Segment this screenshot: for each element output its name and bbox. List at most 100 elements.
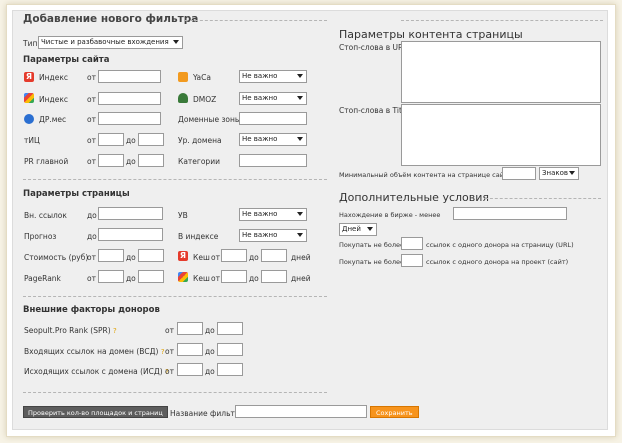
google-cache-to-input[interactable] (261, 270, 287, 283)
uv-label: УВ (178, 211, 188, 220)
section-divider (23, 392, 327, 393)
min-content-input[interactable] (502, 167, 536, 180)
yandex-cache-to-input[interactable] (261, 249, 287, 262)
chevron-down-icon (297, 137, 303, 141)
content-params-heading: Параметры контента страницы (339, 28, 523, 41)
from-label: от (165, 326, 174, 335)
yandex-index-label: Индекс (39, 73, 68, 82)
isd-from-input[interactable] (177, 363, 203, 376)
stopwords-title-textarea[interactable] (401, 104, 601, 166)
buy-page-input[interactable] (401, 237, 423, 250)
uv-select[interactable]: Не важно (239, 208, 307, 221)
pagerank-from-input[interactable] (98, 270, 124, 283)
yandex-index-input[interactable] (98, 70, 161, 83)
help-icon[interactable]: ? (161, 348, 165, 356)
pagerank-label: PageRank (24, 274, 61, 283)
yandex-cache-label: Кеш (193, 253, 210, 262)
cost-label: Стоимость (руб) (24, 253, 89, 262)
pagerank-to-input[interactable] (138, 270, 164, 283)
categories-input[interactable] (239, 154, 307, 167)
from-label: от (87, 95, 96, 104)
google-cache-label: Кеш (193, 274, 210, 283)
in-index-select[interactable]: Не важно (239, 229, 307, 242)
extra-conditions-heading: Дополнительные условия (339, 191, 490, 204)
yandex-icon: Я (24, 72, 34, 82)
filter-name-input[interactable] (235, 405, 367, 418)
chevron-down-icon (297, 233, 303, 237)
chevron-down-icon (297, 212, 303, 216)
type-select[interactable]: Чистые и разбавочные вхождения (38, 36, 183, 49)
spr-label: Seopult.Pro Rank (SPR) ? (24, 326, 117, 335)
dpmes-label: ДР.мес (39, 115, 67, 124)
chevron-down-icon (297, 96, 303, 100)
yaca-label: YaCa (193, 73, 211, 82)
exchange-input[interactable] (453, 207, 567, 220)
pr-from-input[interactable] (98, 154, 124, 167)
buy-project-suffix: ссылок с одного донора на проект (сайт) (426, 258, 569, 266)
check-platforms-button[interactable]: Проверить кол-во площадок и страниц (23, 406, 168, 418)
google-cache-from-input[interactable] (221, 270, 247, 283)
pr-to-input[interactable] (138, 154, 164, 167)
from-label: от (87, 136, 96, 145)
vsd-to-input[interactable] (217, 343, 243, 356)
chevron-down-icon (569, 171, 575, 175)
google-index-input[interactable] (98, 92, 161, 105)
title-divider-right (401, 20, 603, 21)
days-select[interactable]: Дней (339, 223, 377, 236)
cost-to-input[interactable] (138, 249, 164, 262)
unit-select[interactable]: Знаков (539, 167, 579, 180)
title-divider (185, 20, 327, 21)
in-index-label: В индексе (178, 232, 219, 241)
yaca-select[interactable]: Не важно (239, 70, 307, 83)
type-label: Тип (23, 39, 38, 48)
google-icon (24, 93, 34, 103)
to-label: до (87, 232, 97, 241)
domain-level-label: Ур. домена (178, 136, 222, 145)
from-label: от (87, 274, 96, 283)
spr-from-input[interactable] (177, 322, 203, 335)
min-content-label: Минимальный объём контента на странице с… (339, 171, 512, 179)
isd-to-input[interactable] (217, 363, 243, 376)
from-label: от (87, 253, 96, 262)
chevron-down-icon (173, 40, 179, 44)
dp-icon (24, 114, 34, 124)
site-params-heading: Параметры сайта (23, 55, 110, 65)
from-label: от (165, 347, 174, 356)
save-button[interactable]: Сохранить (370, 406, 419, 418)
categories-label: Категории (178, 157, 220, 166)
filter-panel: Добавление нового фильтра Тип Чистые и р… (12, 10, 608, 430)
dpmes-input[interactable] (98, 112, 161, 125)
buy-project-prefix: Покупать не более (339, 258, 405, 266)
days-label: дней (291, 274, 311, 283)
to-label: до (249, 274, 259, 283)
to-label: до (126, 157, 136, 166)
yandex-cache-from-input[interactable] (221, 249, 247, 262)
buy-page-suffix: ссылок с одного донора на страницу (URL) (426, 241, 574, 249)
donor-factors-heading: Внешние факторы доноров (23, 305, 160, 315)
pr-label: PR главной (24, 157, 69, 166)
tic-to-input[interactable] (138, 133, 164, 146)
google-icon (178, 272, 188, 282)
domain-zones-input[interactable] (239, 112, 307, 125)
buy-project-input[interactable] (401, 254, 423, 267)
to-label: до (205, 347, 215, 356)
dmoz-select[interactable]: Не важно (239, 92, 307, 105)
cost-from-input[interactable] (98, 249, 124, 262)
forecast-input[interactable] (98, 228, 163, 241)
stopwords-url-textarea[interactable] (401, 41, 601, 103)
to-label: до (126, 136, 136, 145)
tic-from-input[interactable] (98, 133, 124, 146)
to-label: до (249, 253, 259, 262)
yaca-icon (178, 72, 188, 82)
vsd-label: Входящих ссылок на домен (ВСД) ? (24, 347, 165, 356)
filter-name-label: Название фильтра (170, 409, 245, 418)
ext-links-input[interactable] (98, 207, 163, 220)
to-label: до (126, 274, 136, 283)
vsd-from-input[interactable] (177, 343, 203, 356)
help-icon[interactable]: ? (113, 327, 117, 335)
chevron-down-icon (367, 227, 373, 231)
section-divider (23, 179, 327, 180)
ext-links-label: Вн. ссылок (24, 211, 67, 220)
domain-level-select[interactable]: Не важно (239, 133, 307, 146)
spr-to-input[interactable] (217, 322, 243, 335)
